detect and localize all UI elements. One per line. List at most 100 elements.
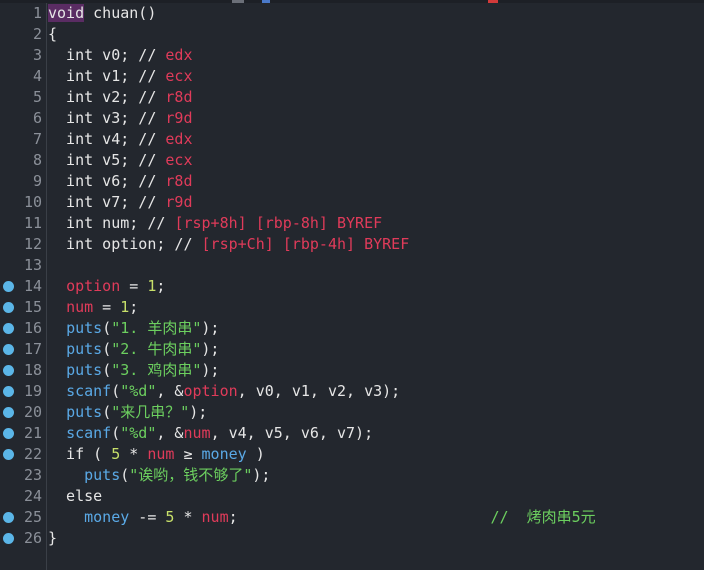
code-text[interactable]: int v5; // ecx xyxy=(48,150,192,171)
code-token: option xyxy=(183,382,238,400)
code-text[interactable]: puts("来几串？"); xyxy=(48,402,207,423)
code-token: r9d xyxy=(165,109,193,127)
code-token: ; xyxy=(228,508,238,526)
code-token: = xyxy=(93,298,121,316)
code-line[interactable]: 26} xyxy=(0,528,704,549)
code-line[interactable]: 6 int v3; // r9d xyxy=(0,108,704,129)
code-text[interactable]: option = 1; xyxy=(48,276,165,297)
code-token: ( xyxy=(102,403,112,421)
code-token: * xyxy=(120,445,148,463)
code-token: int num; // xyxy=(48,214,175,232)
code-line[interactable]: 22 if ( 5 * num ≥ money ) xyxy=(0,444,704,465)
code-token: "1. 羊肉串" xyxy=(111,319,202,337)
code-text[interactable]: int v6; // r8d xyxy=(48,171,192,192)
breakpoint-dot-icon[interactable] xyxy=(3,344,14,355)
code-token: ( xyxy=(111,424,121,442)
code-line[interactable]: 15 num = 1; xyxy=(0,297,704,318)
breakpoint-dot-icon[interactable] xyxy=(3,386,14,397)
code-token: int v0; // xyxy=(48,46,166,64)
code-text[interactable]: int v2; // r8d xyxy=(48,87,193,108)
code-text[interactable]: int v7; // r9d xyxy=(48,192,192,213)
breakpoint-dot-icon[interactable] xyxy=(3,302,14,313)
breakpoint-dot-icon[interactable] xyxy=(3,281,14,292)
code-token: ( xyxy=(120,466,130,484)
breakpoint-dot-icon[interactable] xyxy=(3,323,14,334)
code-token: int v1; // xyxy=(48,67,166,85)
code-text[interactable]: int v3; // r9d xyxy=(48,108,193,129)
code-editor[interactable]: 1 void chuan() 2{3 int v0; // edx 4 int v1;… xyxy=(0,0,704,570)
breakpoint-dot-icon[interactable] xyxy=(3,365,14,376)
line-number: 15 xyxy=(23,298,42,316)
code-text[interactable]: int v0; // edx xyxy=(48,45,192,66)
code-line[interactable]: 9 int v6; // r8d xyxy=(0,171,704,192)
line-number: 4 xyxy=(32,67,42,85)
code-token: r8d xyxy=(165,88,193,106)
code-token: ( xyxy=(102,361,112,379)
code-line[interactable]: 14 option = 1; xyxy=(0,276,704,297)
code-line[interactable]: 3 int v0; // edx xyxy=(0,45,704,66)
code-line[interactable]: 23 puts("诶哟，钱不够了"); xyxy=(0,465,704,486)
code-text[interactable]: puts("2. 牛肉串"); xyxy=(48,339,219,360)
code-line[interactable]: 17 puts("2. 牛肉串"); xyxy=(0,339,704,360)
code-token: 1 xyxy=(120,298,130,316)
code-lines: 1 void chuan() 2{3 int v0; // edx 4 int v1;… xyxy=(0,3,704,549)
code-line[interactable]: 21 scanf("%d", &num, v4, v5, v6, v7); xyxy=(0,423,704,444)
line-number: 16 xyxy=(23,319,42,337)
code-line[interactable]: 1 void chuan() xyxy=(0,3,704,24)
code-line[interactable]: 4 int v1; // ecx xyxy=(0,66,704,87)
code-text[interactable]: num = 1; xyxy=(48,297,138,318)
code-line[interactable]: 19 scanf("%d", &option, v0, v1, v2, v3); xyxy=(0,381,704,402)
breakpoint-dot-icon[interactable] xyxy=(3,512,14,523)
line-number: 23 xyxy=(23,466,42,484)
code-token: ( xyxy=(111,382,121,400)
breakpoint-dot-icon[interactable] xyxy=(3,407,14,418)
code-token: int v7; // xyxy=(48,193,166,211)
code-text[interactable]: puts("3. 鸡肉串"); xyxy=(48,360,219,381)
code-text[interactable]: puts("1. 羊肉串"); xyxy=(48,318,219,339)
code-line[interactable]: 20 puts("来几串？"); xyxy=(0,402,704,423)
code-text[interactable]: int v1; // ecx xyxy=(48,66,192,87)
code-token: num xyxy=(201,508,229,526)
code-token: money xyxy=(84,508,130,526)
code-line[interactable]: 25 money -= 5 * num; // 烤肉串5元 xyxy=(0,507,704,528)
code-line[interactable]: 2{ xyxy=(0,24,704,45)
breakpoint-dot-icon[interactable] xyxy=(3,449,14,460)
code-text[interactable]: else xyxy=(48,486,102,507)
code-line[interactable]: 8 int v5; // ecx xyxy=(0,150,704,171)
code-line[interactable]: 10 int v7; // r9d xyxy=(0,192,704,213)
code-text[interactable]: void chuan() xyxy=(48,3,156,24)
code-text[interactable]: scanf("%d", &option, v0, v1, v2, v3); xyxy=(48,381,400,402)
code-token: ); xyxy=(252,466,271,484)
code-line[interactable]: 5 int v2; // r8d xyxy=(0,87,704,108)
code-line[interactable]: 13 xyxy=(0,255,704,276)
code-text[interactable]: if ( 5 * num ≥ money ) xyxy=(48,444,265,465)
code-token: int v6; // xyxy=(48,172,166,190)
code-line[interactable]: 24 else xyxy=(0,486,704,507)
code-line[interactable]: 16 puts("1. 羊肉串"); xyxy=(0,318,704,339)
code-token: ; xyxy=(156,277,166,295)
code-text[interactable]: puts("诶哟，钱不够了"); xyxy=(48,465,270,486)
code-token: = xyxy=(120,277,148,295)
code-line[interactable]: 7 int v4; // edx xyxy=(0,129,704,150)
breakpoint-dot-icon[interactable] xyxy=(3,533,14,544)
code-line[interactable]: 11 int num; // [rsp+8h] [rbp-8h] BYREF xyxy=(0,213,704,234)
code-text[interactable]: { xyxy=(48,24,57,45)
code-text[interactable]: money -= 5 * num; // 烤肉串5元 xyxy=(48,507,596,528)
breakpoint-dot-icon[interactable] xyxy=(3,428,14,439)
code-text[interactable]: int v4; // edx xyxy=(48,129,193,150)
code-text[interactable]: int option; // [rsp+Ch] [rbp-4h] BYREF xyxy=(48,234,409,255)
code-line[interactable]: 12 int option; // [rsp+Ch] [rbp-4h] BYRE… xyxy=(0,234,704,255)
code-text[interactable]: int num; // [rsp+8h] [rbp-8h] BYREF xyxy=(48,213,382,234)
code-token: * xyxy=(174,508,202,526)
code-token: num xyxy=(66,298,94,316)
code-text[interactable]: } xyxy=(48,528,57,549)
code-token: edx xyxy=(165,130,193,148)
code-token: puts xyxy=(84,466,121,484)
line-number: 14 xyxy=(23,277,42,295)
code-text[interactable]: scanf("%d", &num, v4, v5, v6, v7); xyxy=(48,423,373,444)
code-line[interactable]: 18 puts("3. 鸡肉串"); xyxy=(0,360,704,381)
